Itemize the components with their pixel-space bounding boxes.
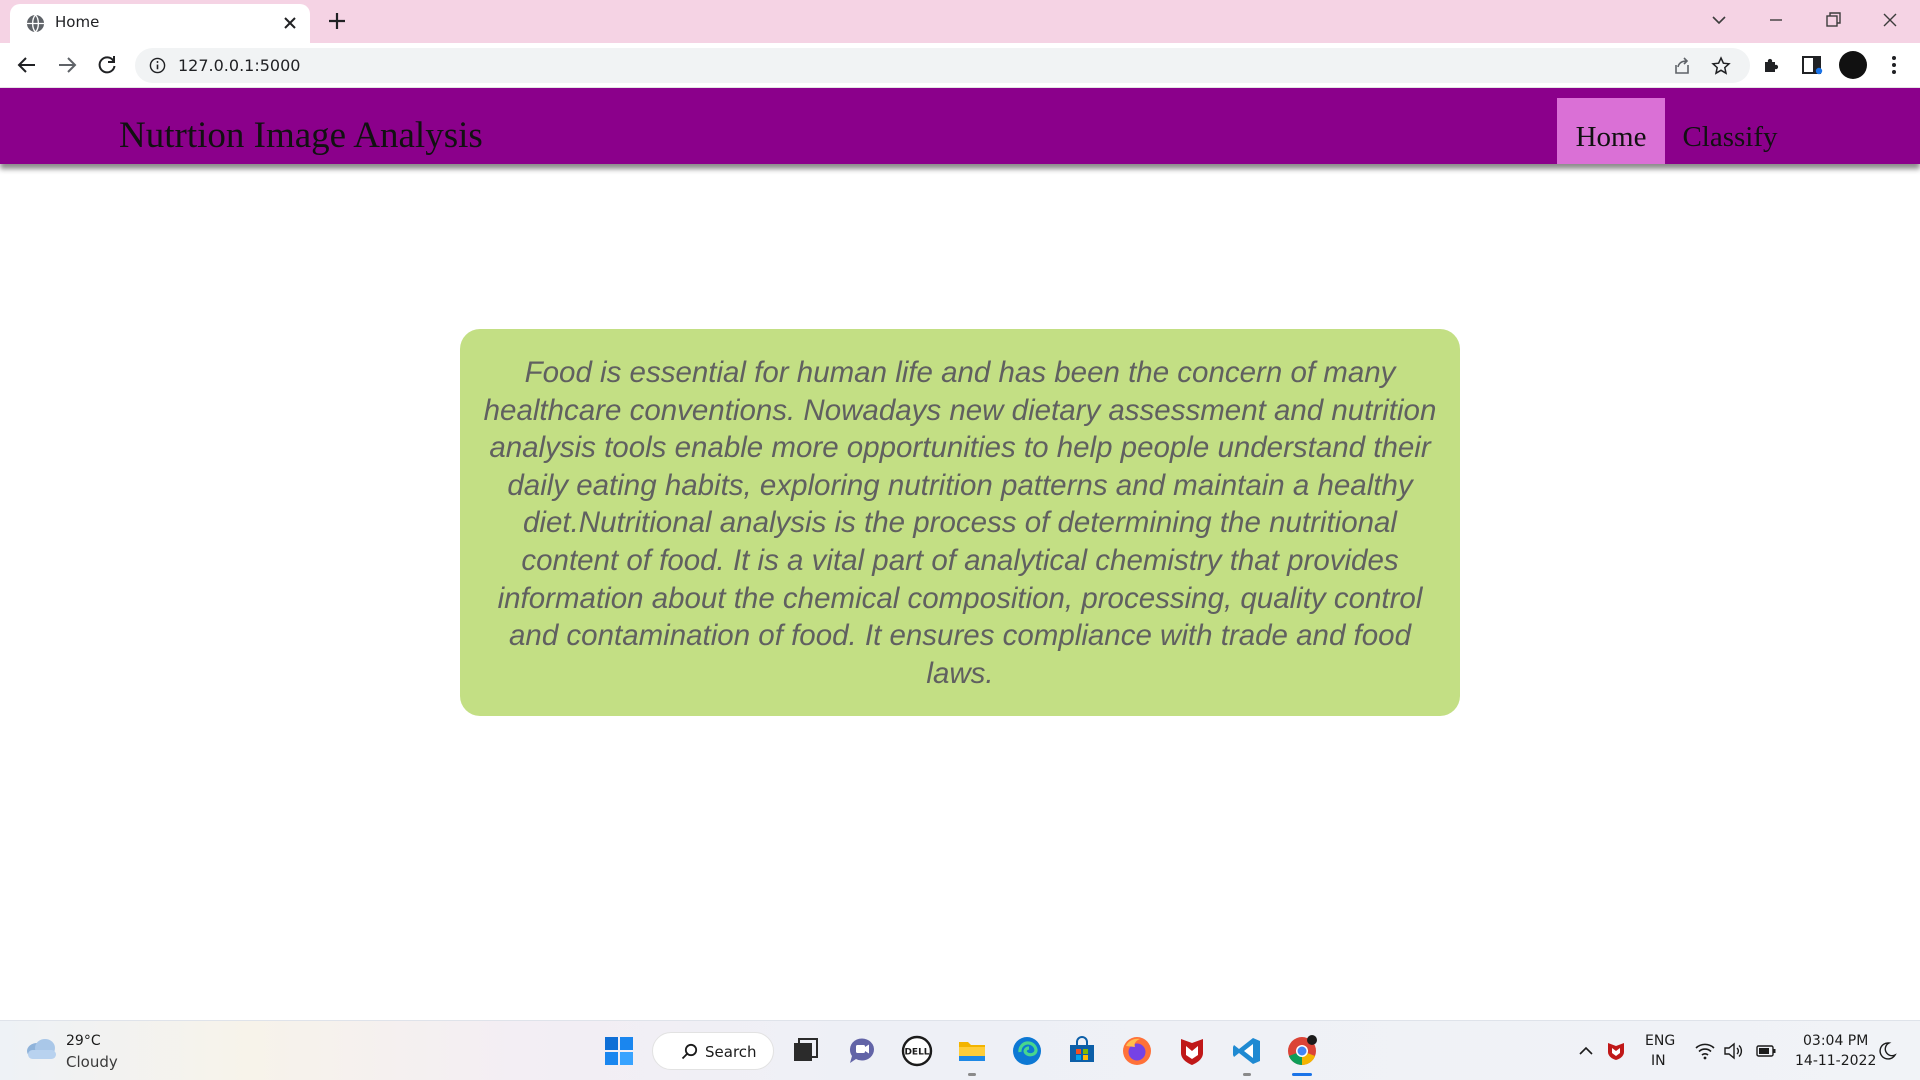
globe-icon [26,14,45,33]
language-indicator-top[interactable]: ENG [1645,1033,1675,1049]
vscode-running-indicator [1243,1073,1251,1076]
teams-chat-icon[interactable] [846,1035,878,1067]
intro-card: Food is essential for human life and has… [460,329,1460,716]
forward-arrow-icon[interactable] [55,53,79,77]
search-label: Search [705,1043,757,1061]
wifi-icon[interactable] [1694,1040,1716,1062]
microsoft-store-icon[interactable] [1066,1035,1098,1067]
new-tab-icon[interactable] [326,10,348,32]
taskbar-search[interactable]: Search [652,1032,774,1070]
file-explorer-icon[interactable] [956,1035,988,1067]
extensions-puzzle-icon[interactable] [1760,53,1784,77]
profile-avatar[interactable] [1839,51,1867,79]
language-indicator-bottom[interactable]: IN [1651,1053,1666,1069]
firefox-icon[interactable] [1121,1035,1153,1067]
tab-title: Home [55,13,100,31]
nav-home-link[interactable]: Home [1557,98,1665,164]
dell-icon[interactable]: DELL [901,1035,933,1067]
close-window-icon[interactable] [1878,8,1902,32]
file-explorer-running-indicator [968,1073,976,1076]
task-view-icon[interactable] [789,1035,821,1067]
mcafee-shield-icon[interactable] [1176,1035,1208,1067]
search-icon [681,1043,698,1060]
edge-browser-icon[interactable] [1011,1035,1043,1067]
focus-moon-icon[interactable] [1876,1040,1898,1062]
site-brand[interactable]: Nutrtion Image Analysis [119,114,483,157]
svg-text:DELL: DELL [904,1048,929,1058]
mcafee-tray-icon[interactable] [1605,1040,1627,1062]
battery-icon[interactable] [1755,1040,1777,1062]
clock-time[interactable]: 03:04 PM [1803,1033,1868,1049]
browser-tabstrip: Home [0,0,1920,43]
nav-classify-link[interactable]: Classify [1670,98,1790,164]
volume-icon[interactable] [1722,1040,1744,1062]
minimize-icon[interactable] [1764,8,1788,32]
side-panel-icon[interactable] [1800,53,1824,77]
site-navbar: Nutrtion Image Analysis Home Classify [0,88,1920,164]
chrome-icon[interactable] [1286,1035,1318,1067]
show-hidden-icons-chevron-icon[interactable] [1575,1040,1597,1062]
tab-search-chevron-icon[interactable] [1707,8,1731,32]
site-info-icon[interactable] [149,57,166,74]
browser-toolbar: 127.0.0.1:5000 [0,43,1920,88]
weather-temperature[interactable]: 29°C [66,1033,101,1049]
vscode-icon[interactable] [1231,1035,1263,1067]
restore-icon[interactable] [1821,8,1845,32]
browser-tab-home[interactable]: Home [10,4,310,43]
weather-condition[interactable]: Cloudy [66,1053,118,1071]
windows-taskbar: 29°C Cloudy Search DELL ENG IN 03:04 PM … [0,1020,1920,1080]
cloudy-weather-icon[interactable] [24,1035,58,1061]
close-tab-icon[interactable] [280,13,300,33]
bookmark-star-icon[interactable] [1711,56,1731,76]
back-arrow-icon[interactable] [15,53,39,77]
address-url[interactable]: 127.0.0.1:5000 [178,56,300,75]
chrome-active-indicator [1292,1073,1312,1076]
address-bar[interactable]: 127.0.0.1:5000 [135,48,1750,83]
intro-text: Food is essential for human life and has… [483,356,1437,690]
windows-start-icon[interactable] [603,1035,635,1067]
reload-icon[interactable] [95,53,119,77]
share-icon[interactable] [1672,56,1692,76]
clock-date[interactable]: 14-11-2022 [1795,1053,1876,1069]
chrome-menu-kebab-icon[interactable] [1882,53,1906,77]
